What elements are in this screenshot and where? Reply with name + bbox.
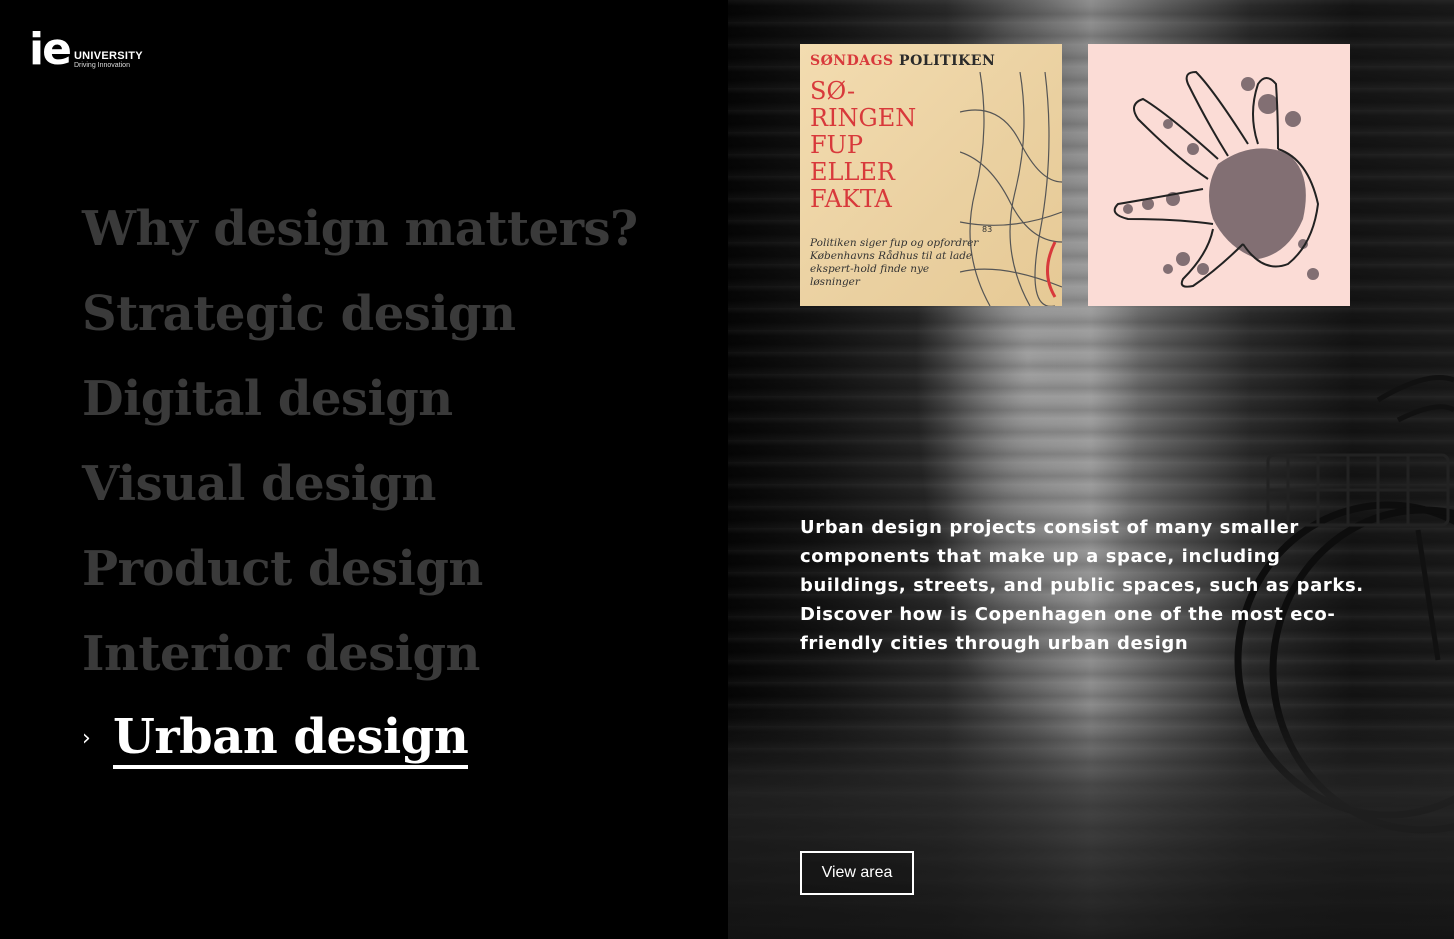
menu-item-label: Urban design — [113, 709, 469, 769]
finger-plan-map-image — [1088, 44, 1350, 306]
menu-item-visual-design[interactable]: Visual design — [82, 441, 638, 526]
headline-line: FAKTA — [810, 185, 892, 213]
headline-line: SØ- — [810, 77, 856, 105]
ie-university-logo[interactable]: ie UNIVERSITY Driving Innovation — [29, 28, 143, 72]
menu-item-label: Product design — [82, 540, 483, 597]
newspaper-clipping-image: 83 SØNDAGS POLITIKEN SØ- RINGEN FUP ELLE… — [800, 44, 1062, 306]
logo-text: UNIVERSITY Driving Innovation — [74, 50, 143, 70]
masthead-right: POLITIKEN — [899, 53, 996, 69]
newspaper-headline: SØ- RINGEN FUP ELLER FAKTA — [810, 78, 916, 213]
newspaper-subtext: Politiken siger fup og opfordrer Københa… — [810, 237, 979, 288]
masthead-left: SØNDAGS — [810, 53, 894, 69]
menu-item-label: Digital design — [82, 370, 453, 427]
design-topics-menu: Why design matters? Strategic design Dig… — [82, 186, 638, 781]
urban-design-description: Urban design projects consist of many sm… — [800, 513, 1390, 658]
logo-tagline: Driving Innovation — [73, 62, 130, 69]
headline-line: RINGEN — [810, 104, 917, 132]
menu-item-label: Why design matters? — [82, 200, 638, 257]
logo-university-label: UNIVERSITY — [73, 50, 143, 62]
map-number-label: 83 — [982, 225, 992, 234]
finger-plan-icon — [1113, 70, 1320, 288]
menu-item-why-design-matters[interactable]: Why design matters? — [82, 186, 638, 271]
headline-line: FUP — [810, 131, 864, 159]
chevron-right-icon: › — [82, 726, 91, 751]
menu-item-label: Visual design — [82, 455, 436, 512]
menu-item-urban-design[interactable]: › Urban design — [82, 696, 638, 781]
description-paragraph: Discover how is Copenhagen one of the mo… — [800, 604, 1336, 654]
headline-line: ELLER — [810, 158, 895, 186]
view-area-button[interactable]: View area — [800, 851, 914, 895]
menu-item-label: Strategic design — [82, 285, 516, 342]
newspaper-masthead: SØNDAGS POLITIKEN — [810, 53, 995, 69]
menu-item-strategic-design[interactable]: Strategic design — [82, 271, 638, 356]
logo-mark: ie — [29, 24, 72, 75]
menu-item-product-design[interactable]: Product design — [82, 526, 638, 611]
description-paragraph: Urban design projects consist of many sm… — [800, 517, 1364, 596]
menu-item-digital-design[interactable]: Digital design — [82, 356, 638, 441]
menu-item-label: Interior design — [82, 625, 480, 682]
menu-item-interior-design[interactable]: Interior design — [82, 611, 638, 696]
